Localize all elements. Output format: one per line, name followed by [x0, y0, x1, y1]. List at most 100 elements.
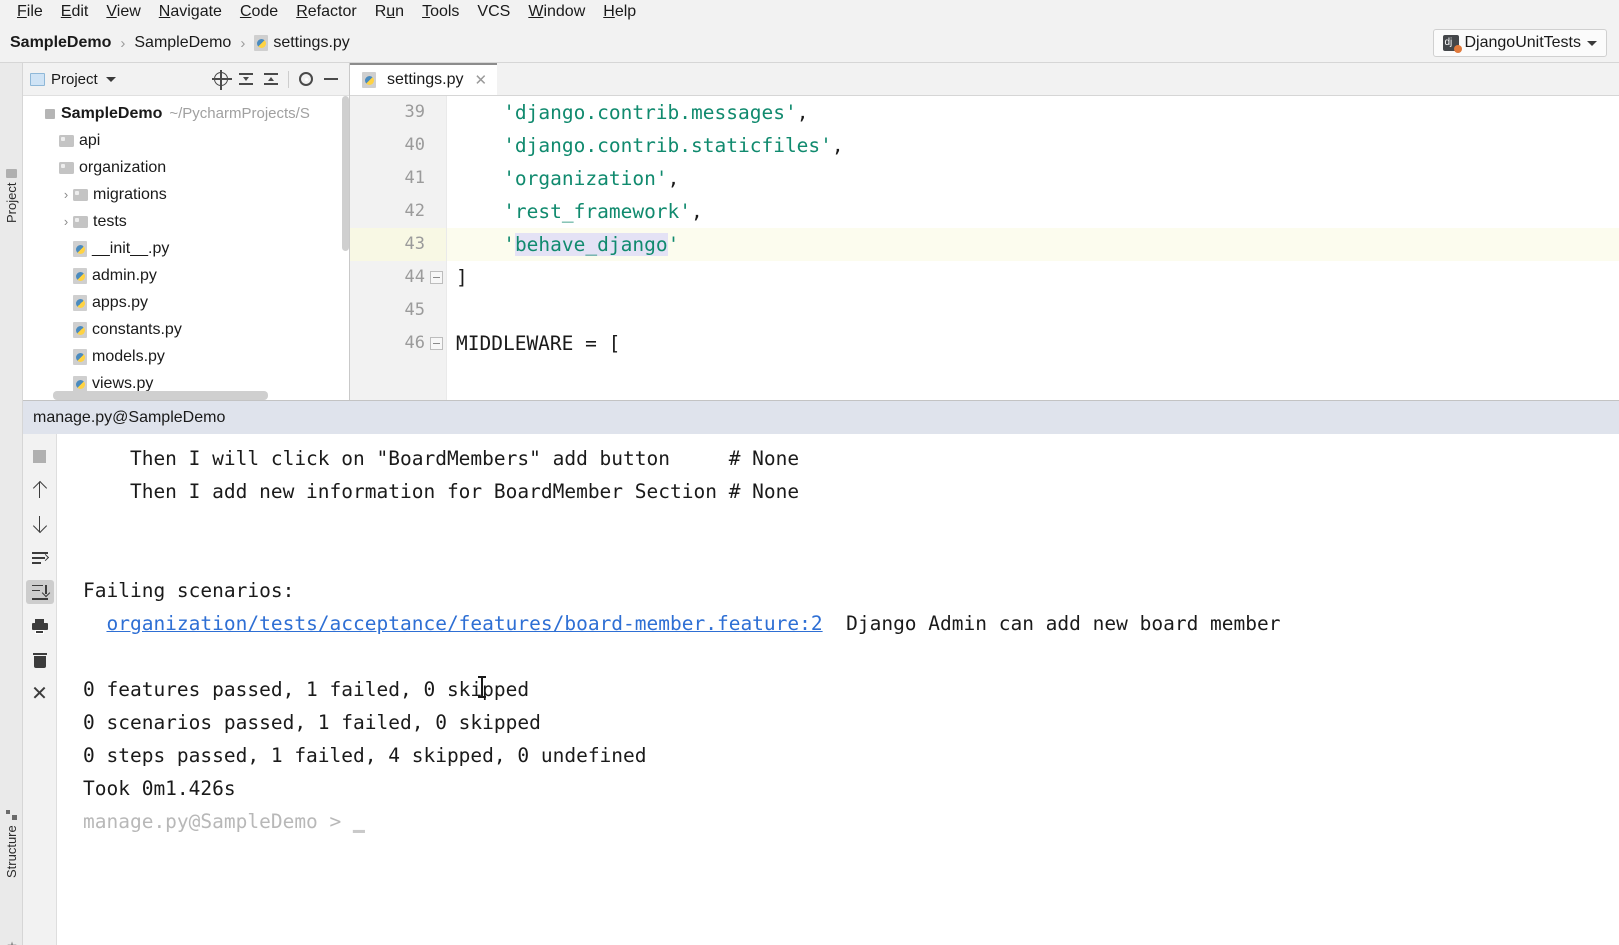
stop-icon[interactable]	[26, 444, 54, 468]
code-token: behave_django	[515, 233, 668, 256]
code-token: '	[503, 233, 515, 256]
collapse-all-icon[interactable]	[260, 68, 282, 90]
chevron-right-icon[interactable]: ›	[59, 214, 73, 229]
module-icon	[45, 109, 55, 119]
code-text: 'django.contrib.messages',	[447, 96, 808, 129]
console-line: Failing scenarios:	[83, 574, 1619, 607]
tree-item-admin-py[interactable]: admin.py	[23, 262, 349, 289]
tool-window-project-label: Project	[4, 183, 19, 223]
close-icon[interactable]: ✕	[474, 71, 487, 89]
line-number[interactable]: 41	[350, 162, 447, 195]
menu-item-code[interactable]: Code	[231, 0, 287, 24]
code-token: ]	[456, 266, 468, 289]
code-token: ,	[668, 167, 680, 190]
line-number[interactable]: 42	[350, 195, 447, 228]
editor-tab-label: settings.py	[387, 71, 463, 89]
breadcrumb-project[interactable]: SampleDemo	[10, 34, 111, 52]
structure-icon	[6, 810, 17, 820]
scroll-to-end-icon[interactable]	[26, 580, 54, 604]
line-number[interactable]: 39	[350, 96, 447, 129]
gear-icon[interactable]	[295, 68, 317, 90]
code-fold-plus-icon[interactable]	[430, 337, 443, 350]
chevron-right-icon[interactable]: ›	[59, 187, 73, 202]
print-icon[interactable]	[26, 614, 54, 638]
console-line: 0 features passed, 1 failed, 0 skipped	[83, 673, 1619, 706]
arrow-down-icon[interactable]	[26, 512, 54, 536]
arrow-up-icon[interactable]	[26, 478, 54, 502]
run-tool-window-tab[interactable]: manage.py@SampleDemo	[23, 400, 1619, 434]
close-icon[interactable]: ✕	[26, 682, 54, 706]
python-file-icon	[73, 376, 87, 392]
pycharm-window: FileEditViewNavigateCodeRefactorRunTools…	[0, 0, 1619, 945]
menu-item-window[interactable]: Window	[519, 0, 594, 24]
code-fold-minus-icon[interactable]	[430, 271, 443, 284]
line-number[interactable]: 40	[350, 129, 447, 162]
tree-item-sampledemo[interactable]: SampleDemo~/PycharmProjects/S	[23, 100, 349, 127]
run-configuration-label: DjangoUnitTests	[1465, 34, 1582, 52]
menu-item-view[interactable]: View	[97, 0, 149, 24]
code-line-40[interactable]: 40'django.contrib.staticfiles',	[350, 129, 1619, 162]
soft-wrap-icon[interactable]	[26, 546, 54, 570]
tool-window-button-project[interactable]: Project	[0, 127, 23, 223]
code-line-39[interactable]: 39'django.contrib.messages',	[350, 96, 1619, 129]
chevron-down-icon	[1587, 41, 1597, 46]
code-line-41[interactable]: 41'organization',	[350, 162, 1619, 195]
code-line-46[interactable]: 46MIDDLEWARE = [	[350, 327, 1619, 360]
run-console-output[interactable]: Then I will click on "BoardMembers" add …	[57, 434, 1619, 945]
tool-window-button-structure[interactable]: Structure	[0, 778, 23, 878]
menu-item-refactor[interactable]: Refactor	[287, 0, 365, 24]
breadcrumb-package[interactable]: SampleDemo	[134, 34, 231, 52]
code-line-42[interactable]: 42'rest_framework',	[350, 195, 1619, 228]
menu-bar: FileEditViewNavigateCodeRefactorRunTools…	[0, 0, 1619, 24]
tree-item-api[interactable]: api	[23, 127, 349, 154]
tool-window-button-favorites[interactable]: Favorites ★	[0, 908, 23, 945]
tree-item-label: admin.py	[92, 267, 157, 285]
tree-item-apps-py[interactable]: apps.py	[23, 289, 349, 316]
locate-icon[interactable]	[210, 68, 232, 90]
trash-icon[interactable]	[26, 648, 54, 672]
feature-file-link[interactable]: organization/tests/acceptance/features/b…	[106, 612, 822, 635]
scrollbar-thumb[interactable]	[342, 96, 349, 251]
line-number[interactable]: 45	[350, 294, 447, 327]
code-token: '	[668, 233, 680, 256]
tree-item-tests[interactable]: ›tests	[23, 208, 349, 235]
run-configuration-selector[interactable]: DjangoUnitTests	[1433, 29, 1608, 57]
editor-tab-settings-py[interactable]: settings.py ✕	[350, 63, 497, 95]
project-vertical-scrollbar[interactable]	[342, 96, 349, 400]
menu-item-help[interactable]: Help	[594, 0, 645, 24]
python-file-icon	[73, 268, 87, 284]
console-line: 0 steps passed, 1 failed, 4 skipped, 0 u…	[83, 739, 1619, 772]
console-line: Then I will click on "BoardMembers" add …	[83, 442, 1619, 475]
menu-item-tools[interactable]: Tools	[413, 0, 468, 24]
minimize-icon[interactable]	[320, 68, 342, 90]
tree-item-constants-py[interactable]: constants.py	[23, 316, 349, 343]
tree-item--init-py[interactable]: __init__.py	[23, 235, 349, 262]
menu-item-vcs[interactable]: VCS	[468, 0, 519, 24]
tree-item-migrations[interactable]: ›migrations	[23, 181, 349, 208]
code-line-45[interactable]: 45	[350, 294, 1619, 327]
tree-item-models-py[interactable]: models.py	[23, 343, 349, 370]
python-file-icon	[73, 295, 87, 311]
menu-item-run[interactable]: Run	[366, 0, 413, 24]
tree-item-organization[interactable]: organization	[23, 154, 349, 181]
code-view[interactable]: 39'django.contrib.messages',40'django.co…	[350, 96, 1619, 400]
console-line: Then I add new information for BoardMemb…	[83, 475, 1619, 508]
code-line-43[interactable]: 43 'behave_django'	[350, 228, 1619, 261]
project-horizontal-scrollbar[interactable]	[53, 391, 268, 400]
run-console-toolbar: ✕	[23, 434, 57, 945]
expand-all-icon[interactable]	[235, 68, 257, 90]
tree-item-path: ~/PycharmProjects/S	[169, 105, 309, 122]
menu-item-edit[interactable]: Edit	[52, 0, 98, 24]
code-text: ]	[447, 261, 468, 294]
breadcrumb-file[interactable]: settings.py	[254, 34, 349, 52]
code-text: 'organization',	[447, 162, 679, 195]
tree-item-label: organization	[79, 159, 166, 177]
menu-item-file[interactable]: File	[8, 0, 52, 24]
line-number[interactable]: 43	[350, 228, 447, 261]
chevron-down-icon[interactable]	[106, 77, 116, 82]
project-panel-toolbar	[210, 68, 342, 90]
menu-item-navigate[interactable]: Navigate	[150, 0, 231, 24]
python-file-icon	[254, 35, 268, 51]
code-line-44[interactable]: 44]	[350, 261, 1619, 294]
console-prompt-text: manage.py@SampleDemo >	[83, 810, 353, 833]
